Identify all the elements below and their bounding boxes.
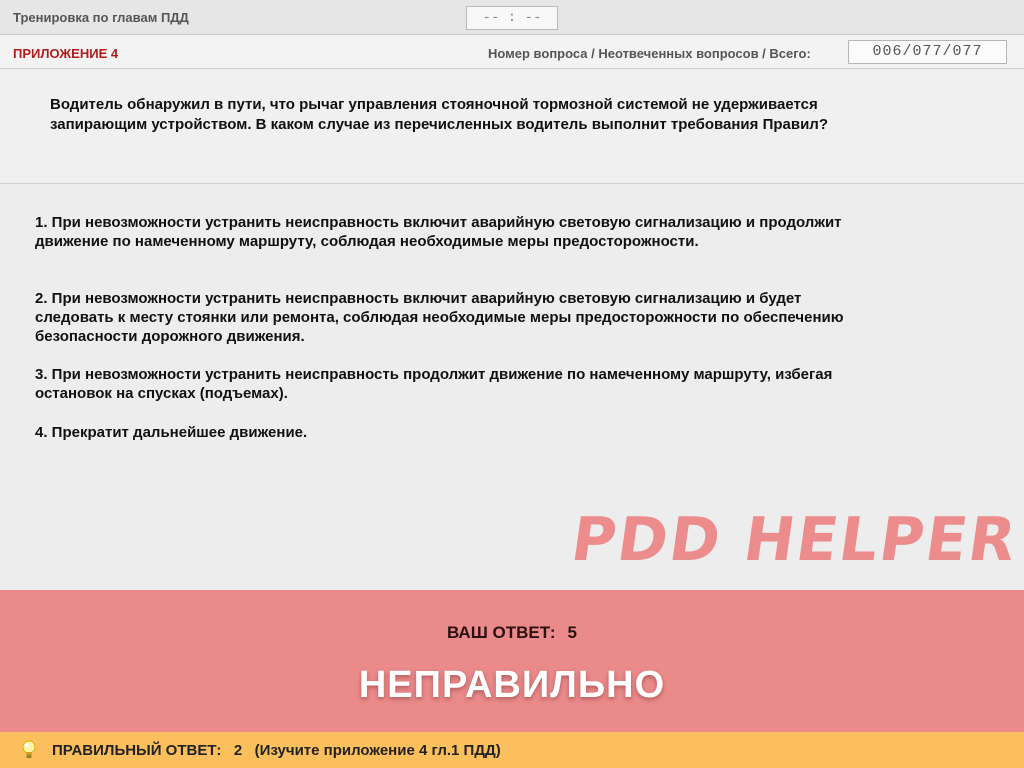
answer-option-2[interactable]: 2. При невозможности устранить неисправн…	[35, 289, 875, 346]
your-answer-label: ВАШ ОТВЕТ:	[446, 623, 556, 642]
watermark: PDD HELPER	[567, 505, 1022, 575]
app-title: Тренировка по главам ПДД	[13, 10, 189, 25]
question-counter: 006/077/077	[848, 40, 1007, 64]
correct-answer-bar: ПРАВИЛЬНЫЙ ОТВЕТ: 2 (Изучите приложение …	[0, 732, 1024, 768]
appendix-label: ПРИЛОЖЕНИЕ 4	[13, 46, 119, 61]
your-answer: ВАШ ОТВЕТ: 5	[0, 623, 1024, 643]
question-panel: Водитель обнаружил в пути, что рычаг упр…	[0, 69, 1024, 184]
your-answer-value: 5	[567, 623, 578, 642]
answer-option-1[interactable]: 1. При невозможности устранить неисправн…	[35, 213, 875, 251]
answer-option-4[interactable]: 4. Прекратит дальнейшее движение.	[35, 423, 875, 442]
question-text: Водитель обнаружил в пути, что рычаг упр…	[50, 96, 828, 133]
top-bar: Тренировка по главам ПДД -- : --	[0, 0, 1024, 35]
verdict-text: НЕПРАВИЛЬНО	[358, 664, 666, 706]
result-panel: ВАШ ОТВЕТ: 5 НЕПРАВИЛЬНО	[0, 590, 1024, 732]
info-bar: ПРИЛОЖЕНИЕ 4 Номер вопроса / Неотвеченны…	[0, 35, 1024, 69]
timer-display: -- : --	[466, 6, 558, 30]
answer-option-3[interactable]: 3. При невозможности устранить неисправн…	[35, 365, 875, 403]
correct-answer-text: ПРАВИЛЬНЫЙ ОТВЕТ: 2 (Изучите приложение …	[52, 742, 501, 759]
question-counter-label: Номер вопроса / Неотвеченных вопросов / …	[488, 46, 811, 61]
lightbulb-icon	[22, 740, 36, 758]
